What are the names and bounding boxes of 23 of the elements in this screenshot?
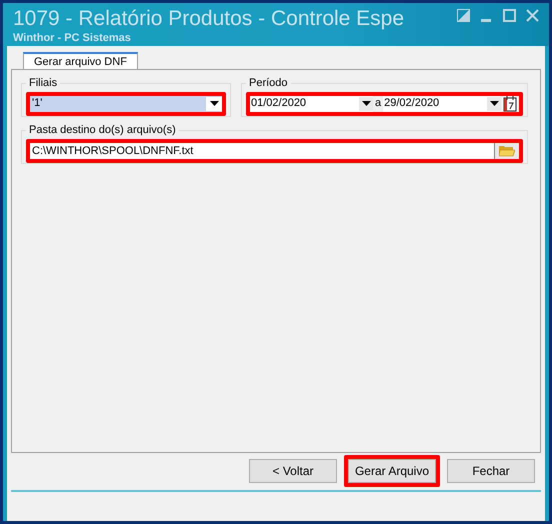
dropdown-caret-icon [210,101,218,106]
dialog-button[interactable]: Fechar [447,459,535,483]
group-label: Filiais [28,76,58,91]
range-separator: a [375,96,382,112]
close-icon[interactable] [526,9,539,22]
browse-button[interactable] [495,142,519,158]
group-label: Período [248,76,289,91]
dialog-button[interactable]: < Voltar [249,459,337,483]
window-subtitle: Winthor - PC Sistemas [13,32,132,44]
folder-icon [499,144,515,156]
restore-icon[interactable] [457,9,470,22]
window-title: 1079 - Relatório Produtos - Controle Espe [13,6,404,32]
dropdown-caret-icon [362,101,370,106]
maximize-icon[interactable] [503,9,516,22]
dialog-button[interactable]: Gerar Arquivo [348,459,436,483]
calendar-icon[interactable] [503,96,518,112]
group-label: Pasta destino do(s) arquivo(s) [28,123,177,138]
date-to-field[interactable]: 29/02/2020 [383,96,502,112]
date-from-field[interactable]: 01/02/2020 [250,96,373,112]
tab[interactable]: Gerar arquivo DNF [23,52,138,69]
dropdown-caret-icon [490,101,499,106]
filiais-dropdown[interactable]: '1' [30,96,222,112]
folder-path-field[interactable]: C:\WINTHOR\SPOOL\DNFNF.txt [30,142,495,158]
